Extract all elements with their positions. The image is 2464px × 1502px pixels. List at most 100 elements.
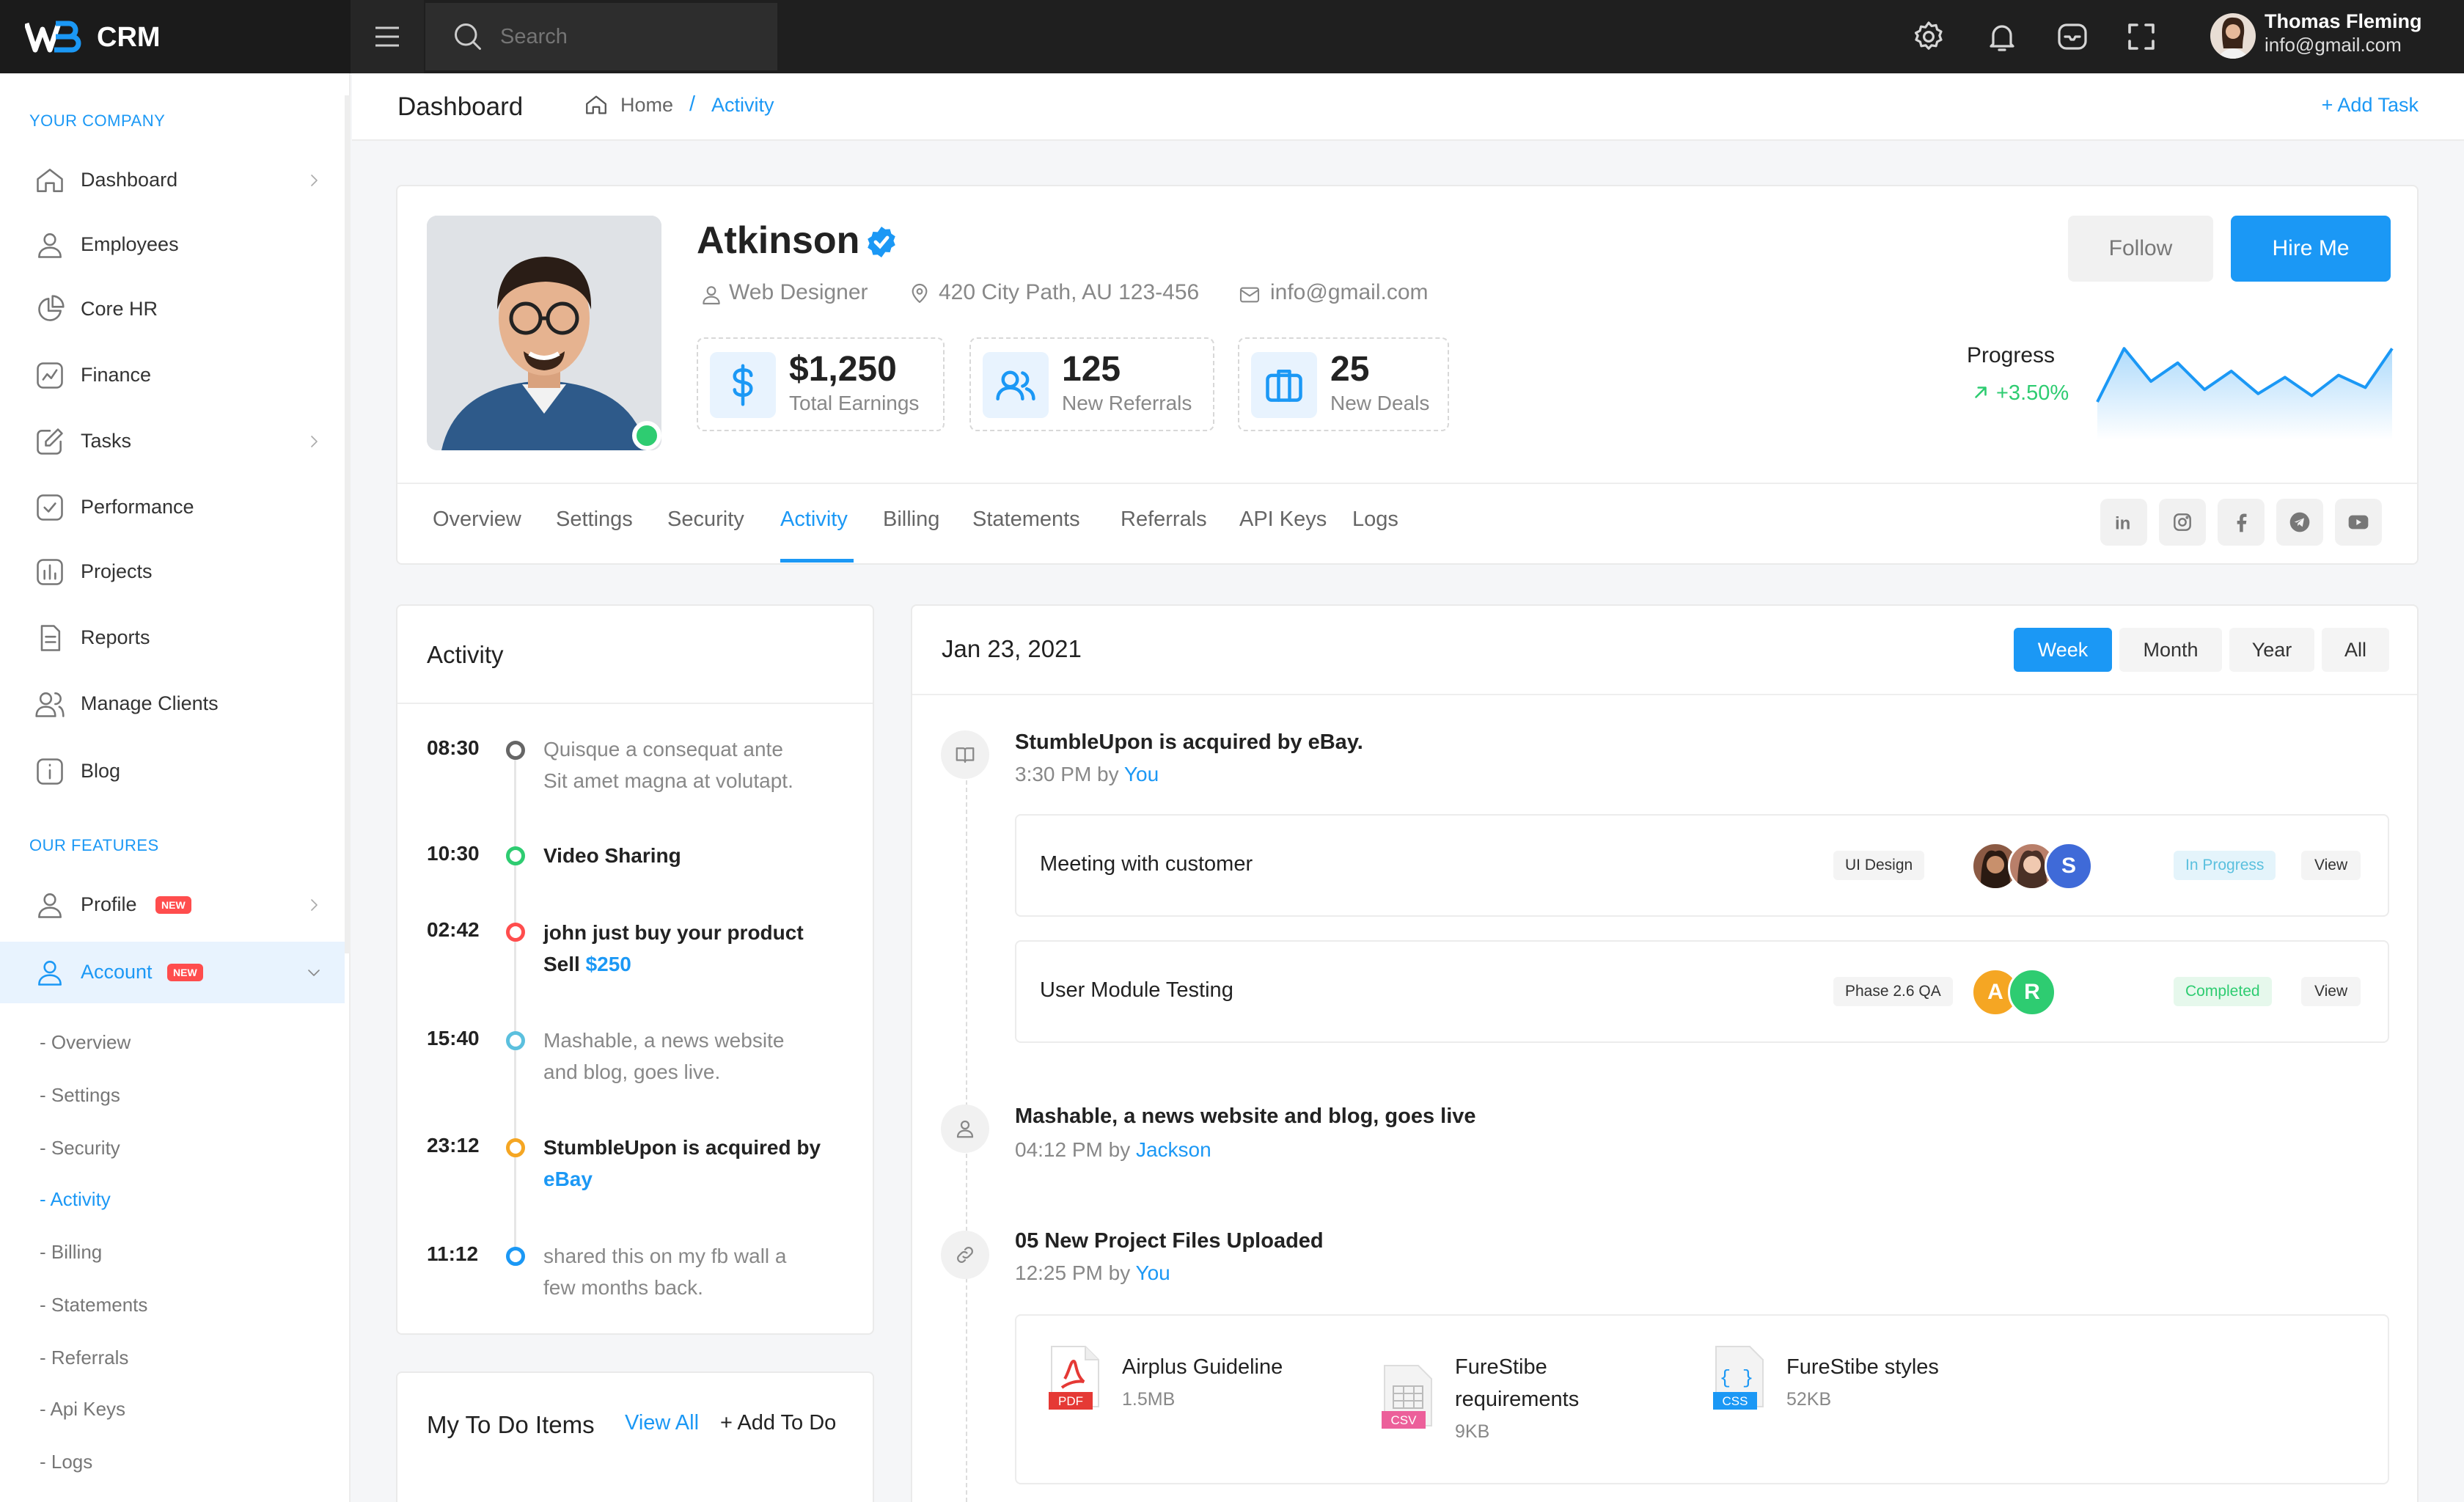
sidebar-item-account[interactable]: Account NEW [0,942,345,1003]
sidebar-item-tasks[interactable]: Tasks [0,411,345,472]
timeline-text: StumbleUpon is acquired by eBay [543,1132,851,1195]
youtube-icon[interactable] [2335,499,2382,546]
arrow-up-right-icon [1975,387,1987,398]
facebook-icon[interactable] [2218,499,2265,546]
add-task-button[interactable]: + Add Task [2322,94,2419,117]
timeline-text: shared this on my fb wall a few months ba… [543,1240,851,1303]
sidebar-item-manage-clients[interactable]: Manage Clients [0,673,345,735]
view-button[interactable]: View [2301,851,2361,880]
sub-item-statements[interactable]: - Statements [40,1294,147,1316]
fullscreen-icon[interactable] [2124,19,2159,54]
author-link[interactable]: You [1135,1261,1170,1284]
sidebar-item-core-hr[interactable]: Core HR [0,279,345,340]
tab-billing[interactable]: Billing [883,508,939,532]
breadcrumb-separator: / [689,92,696,116]
profile-name: Atkinson [697,219,860,262]
tab-activity[interactable]: Activity [780,508,848,532]
follow-button[interactable]: Follow [2068,216,2213,282]
user-avatar[interactable] [2210,13,2256,59]
instagram-icon[interactable] [2159,499,2206,546]
period-year-button[interactable]: Year [2229,628,2314,672]
sub-item-activity[interactable]: - Activity [40,1188,111,1211]
sidebar-item-profile[interactable]: Profile NEW [0,874,345,936]
view-button[interactable]: View [2301,977,2361,1006]
chevron-right-icon [311,436,318,447]
search-input[interactable] [500,22,749,51]
timeline-dot [506,1247,525,1266]
app-name: CRM [97,22,161,53]
user-name: Thomas Fleming [2265,10,2422,32]
timeline-line2: and blog, goes live. [543,1060,721,1083]
profile-email: info@gmail.com [1270,280,1429,304]
view-all-link[interactable]: View All [625,1411,699,1435]
feed-title: StumbleUpon is acquired by eBay. [1015,730,1363,754]
edit-icon [37,428,63,455]
breadcrumb-home[interactable]: Home [620,94,673,117]
tab-logs[interactable]: Logs [1352,508,1398,532]
logo-area: CRM [0,0,351,73]
timeline-time: 08:30 [427,736,480,759]
sidebar-item-performance[interactable]: Performance [0,477,345,538]
timeline-line1: john just buy your product [543,921,804,944]
sidebar-item-label: Projects [81,560,153,582]
feed-meta: 04:12 PM by Jackson [1015,1138,1211,1162]
user-icon [941,1104,989,1153]
period-month-button[interactable]: Month [2119,628,2222,672]
tab-settings[interactable]: Settings [556,508,633,532]
sub-item-security[interactable]: - Security [40,1137,120,1160]
sidebar-item-blog[interactable]: Blog [0,741,345,802]
sub-item-referrals[interactable]: - Referrals [40,1347,128,1369]
sidebar-item-employees[interactable]: Employees [0,214,345,276]
verified-badge-icon [868,227,895,257]
tab-referrals[interactable]: Referrals [1121,508,1207,532]
tab-security[interactable]: Security [667,508,744,532]
sidebar-item-label: Manage Clients [81,692,219,714]
author-link[interactable]: Jackson [1136,1138,1211,1161]
inbox-icon[interactable] [2055,19,2090,54]
status-badge: Completed [2174,977,2272,1006]
sidebar-item-label: Finance [81,364,152,386]
file-item[interactable]: CSV FureStibe requirements 9KB [1382,1345,1646,1448]
sub-item-settings[interactable]: - Settings [40,1084,120,1107]
timeline-time: 02:42 [427,918,480,941]
tab-statements[interactable]: Statements [972,508,1080,532]
sidebar-item-dashboard[interactable]: Dashboard [0,150,345,211]
file-item[interactable]: { } CSS FureStibe styles 52KB [1713,1345,1962,1433]
bell-icon[interactable] [1984,19,2020,54]
sidebar-item-projects[interactable]: Projects [0,541,345,603]
sidebar-item-label: Employees [81,233,179,255]
timeline-line2: Sit amet magna at volutapt. [543,769,793,792]
sub-item-billing[interactable]: - Billing [40,1241,102,1264]
author-link[interactable]: You [1124,763,1159,785]
sidebar-scrollbar[interactable] [345,95,351,953]
app-logo-icon[interactable] [25,19,84,54]
search-box[interactable] [425,3,777,70]
hire-me-button[interactable]: Hire Me [2231,216,2391,282]
timeline-line2: few months back. [543,1276,703,1299]
sub-item-overview[interactable]: - Overview [40,1031,131,1054]
add-todo-button[interactable]: + Add To Do [720,1411,836,1435]
settings-icon[interactable] [1911,19,1946,54]
home-icon[interactable] [584,92,609,117]
stat-value: 125 [1062,350,1121,389]
online-status-dot [632,421,661,450]
period-week-button[interactable]: Week [2014,628,2112,672]
tab-overview[interactable]: Overview [433,508,521,532]
sub-item-logs[interactable]: - Logs [40,1451,92,1473]
telegram-icon[interactable] [2276,499,2323,546]
tab-api-keys[interactable]: API Keys [1239,508,1327,532]
file-item[interactable]: PDF Airplus Guideline 1.5MB [1049,1345,1298,1433]
divider [397,483,2417,484]
stat-label: New Deals [1330,392,1430,414]
menu-toggle-button[interactable] [351,0,424,73]
period-all-button[interactable]: All [2322,628,2389,672]
sidebar-item-label: Account [81,961,153,983]
ebay-link[interactable]: eBay [543,1168,593,1190]
avatar: R [2008,968,2056,1016]
sub-item-api-keys[interactable]: - Api Keys [40,1398,125,1421]
sidebar-item-reports[interactable]: Reports [0,607,345,669]
sidebar: YOUR COMPANY Dashboard Employees Core HR… [0,73,351,1502]
sidebar-item-finance[interactable]: Finance [0,345,345,406]
csv-file-icon: CSV [1382,1365,1432,1429]
linkedin-icon[interactable]: in [2100,499,2147,546]
